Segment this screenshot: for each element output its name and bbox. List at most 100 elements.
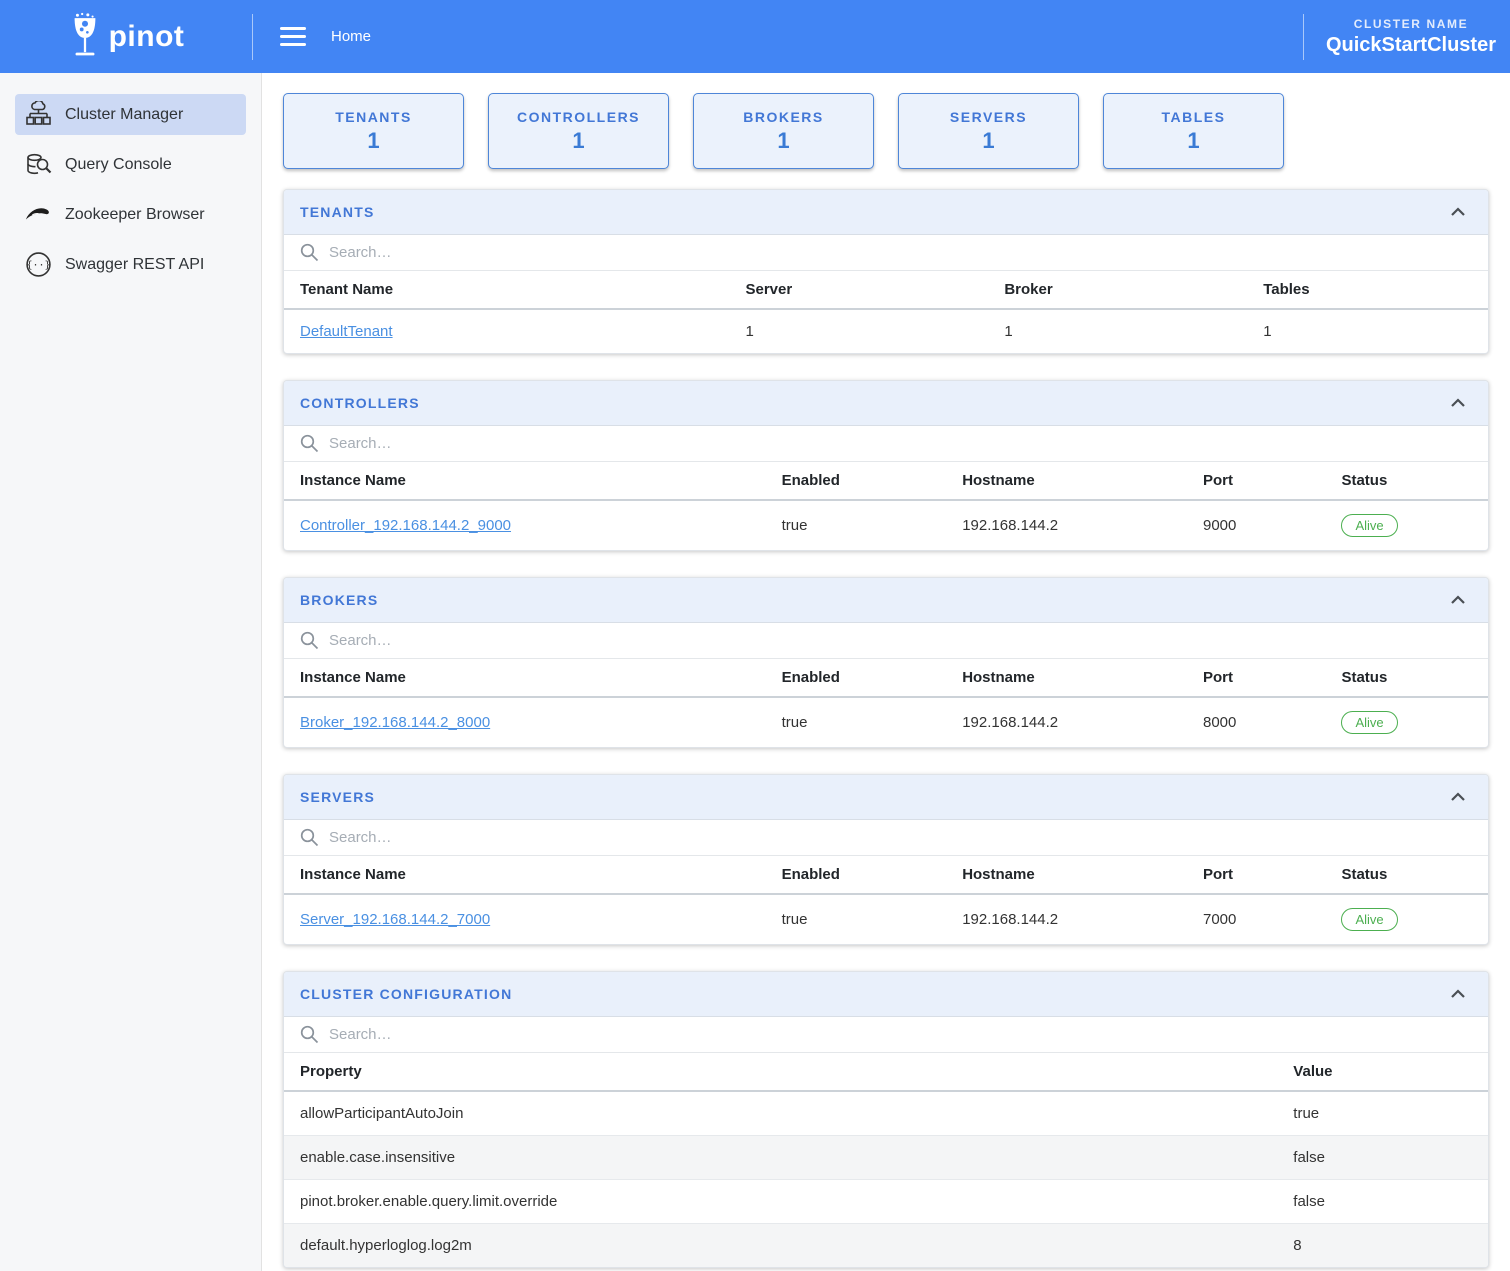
swagger-icon: {··}: [25, 251, 52, 278]
stat-card-label: TABLES: [1162, 109, 1226, 125]
stat-cards-row: TENANTS 1 CONTROLLERS 1 BROKERS 1 SERVER…: [283, 93, 1489, 169]
sidebar-item-label: Zookeeper Browser: [65, 206, 205, 224]
table-row: Server_192.168.144.2_7000 true 192.168.1…: [284, 894, 1488, 944]
column-header: Port: [1187, 856, 1325, 894]
status-badge: Alive: [1341, 514, 1397, 537]
broker-hostname: 192.168.144.2: [946, 697, 1187, 747]
servers-section-header: SERVERS: [284, 775, 1488, 820]
column-header: Hostname: [946, 659, 1187, 697]
search-icon: [300, 1025, 319, 1044]
cluster-manager-icon: [25, 101, 52, 128]
zookeeper-icon: [25, 201, 52, 228]
servers-section: SERVERS Instance Name Enabled Hostname P…: [283, 774, 1489, 945]
broker-instance-link[interactable]: Broker_192.168.144.2_8000: [300, 714, 490, 731]
home-link[interactable]: Home: [331, 28, 371, 45]
server-instance-link[interactable]: Server_192.168.144.2_7000: [300, 911, 490, 928]
pinot-logo-icon: [68, 11, 102, 63]
tenants-section: TENANTS Tenant Name Server Broker Tables: [283, 189, 1489, 354]
section-title: CONTROLLERS: [300, 395, 420, 411]
config-value: false: [1277, 1136, 1488, 1180]
controller-port: 9000: [1187, 500, 1325, 550]
brokers-search-row: [284, 623, 1488, 659]
table-row: pinot.broker.enable.query.limit.override…: [284, 1180, 1488, 1224]
section-title: TENANTS: [300, 204, 375, 220]
svg-text:{··}: {··}: [26, 260, 50, 271]
cluster-configuration-section-header: CLUSTER CONFIGURATION: [284, 972, 1488, 1017]
section-title: SERVERS: [300, 789, 375, 805]
tenant-server-count: 1: [729, 309, 988, 353]
table-header-row: Property Value: [284, 1053, 1488, 1091]
table-row: allowParticipantAutoJoin true: [284, 1091, 1488, 1136]
config-property: allowParticipantAutoJoin: [284, 1091, 1277, 1136]
table-header-row: Tenant Name Server Broker Tables: [284, 271, 1488, 309]
stat-card-servers: SERVERS 1: [898, 93, 1079, 169]
collapse-chevron-icon[interactable]: [1444, 395, 1472, 411]
servers-search-input[interactable]: [329, 829, 1472, 846]
search-icon: [300, 828, 319, 847]
controllers-section: CONTROLLERS Instance Name Enabled Hostna…: [283, 380, 1489, 551]
tenants-table: Tenant Name Server Broker Tables Default…: [284, 271, 1488, 353]
column-header: Instance Name: [284, 856, 766, 894]
table-row: Controller_192.168.144.2_9000 true 192.1…: [284, 500, 1488, 550]
controller-instance-link[interactable]: Controller_192.168.144.2_9000: [300, 517, 511, 534]
server-enabled: true: [766, 894, 947, 944]
column-header: Enabled: [766, 659, 947, 697]
tenant-tables-count: 1: [1247, 309, 1488, 353]
column-header: Port: [1187, 462, 1325, 500]
search-icon: [300, 243, 319, 262]
section-title: BROKERS: [300, 592, 378, 608]
sidebar: Cluster Manager Query Console: [0, 73, 262, 1271]
column-header: Value: [1277, 1053, 1488, 1091]
stat-card-value: 1: [572, 128, 584, 154]
controllers-search-row: [284, 426, 1488, 462]
tenants-section-header: TENANTS: [284, 190, 1488, 235]
column-header: Instance Name: [284, 659, 766, 697]
stat-card-tables: TABLES 1: [1103, 93, 1284, 169]
pinot-brand-link[interactable]: pinot: [68, 11, 185, 63]
collapse-chevron-icon[interactable]: [1444, 592, 1472, 608]
config-value: false: [1277, 1180, 1488, 1224]
server-port: 7000: [1187, 894, 1325, 944]
controller-enabled: true: [766, 500, 947, 550]
brokers-search-input[interactable]: [329, 632, 1472, 649]
query-console-icon: [25, 151, 52, 178]
sidebar-item-query-console[interactable]: Query Console: [15, 144, 246, 185]
header-divider: [252, 14, 253, 60]
sidebar-item-label: Query Console: [65, 156, 172, 174]
column-header: Instance Name: [284, 462, 766, 500]
config-value: 8: [1277, 1224, 1488, 1268]
controllers-table: Instance Name Enabled Hostname Port Stat…: [284, 462, 1488, 550]
tenants-search-input[interactable]: [329, 244, 1472, 261]
sidebar-item-cluster-manager[interactable]: Cluster Manager: [15, 94, 246, 135]
controllers-search-input[interactable]: [329, 435, 1472, 452]
stat-card-value: 1: [777, 128, 789, 154]
table-row: default.hyperloglog.log2m 8: [284, 1224, 1488, 1268]
config-property: default.hyperloglog.log2m: [284, 1224, 1277, 1268]
column-header: Hostname: [946, 856, 1187, 894]
column-header: Broker: [988, 271, 1247, 309]
brokers-section: BROKERS Instance Name Enabled Hostname P…: [283, 577, 1489, 748]
servers-search-row: [284, 820, 1488, 856]
cluster-config-search-row: [284, 1017, 1488, 1053]
collapse-chevron-icon[interactable]: [1444, 986, 1472, 1002]
stat-card-label: CONTROLLERS: [517, 109, 640, 125]
collapse-chevron-icon[interactable]: [1444, 204, 1472, 220]
search-icon: [300, 631, 319, 650]
tenant-name-link[interactable]: DefaultTenant: [300, 323, 393, 340]
sidebar-item-swagger-rest-api[interactable]: {··} Swagger REST API: [15, 244, 246, 285]
stat-card-controllers: CONTROLLERS 1: [488, 93, 669, 169]
config-property: pinot.broker.enable.query.limit.override: [284, 1180, 1277, 1224]
app-header: pinot Home CLUSTER NAME QuickStartCluste…: [0, 0, 1510, 73]
table-header-row: Instance Name Enabled Hostname Port Stat…: [284, 462, 1488, 500]
main-content: TENANTS 1 CONTROLLERS 1 BROKERS 1 SERVER…: [262, 73, 1510, 1271]
hamburger-menu-icon[interactable]: [280, 27, 306, 46]
column-header: Status: [1325, 659, 1488, 697]
table-row: Broker_192.168.144.2_8000 true 192.168.1…: [284, 697, 1488, 747]
status-badge: Alive: [1341, 711, 1397, 734]
cluster-name-block: CLUSTER NAME QuickStartCluster: [1304, 17, 1510, 57]
collapse-chevron-icon[interactable]: [1444, 789, 1472, 805]
column-header: Status: [1325, 856, 1488, 894]
sidebar-item-zookeeper-browser[interactable]: Zookeeper Browser: [15, 194, 246, 235]
cluster-config-search-input[interactable]: [329, 1026, 1472, 1043]
brokers-table: Instance Name Enabled Hostname Port Stat…: [284, 659, 1488, 747]
